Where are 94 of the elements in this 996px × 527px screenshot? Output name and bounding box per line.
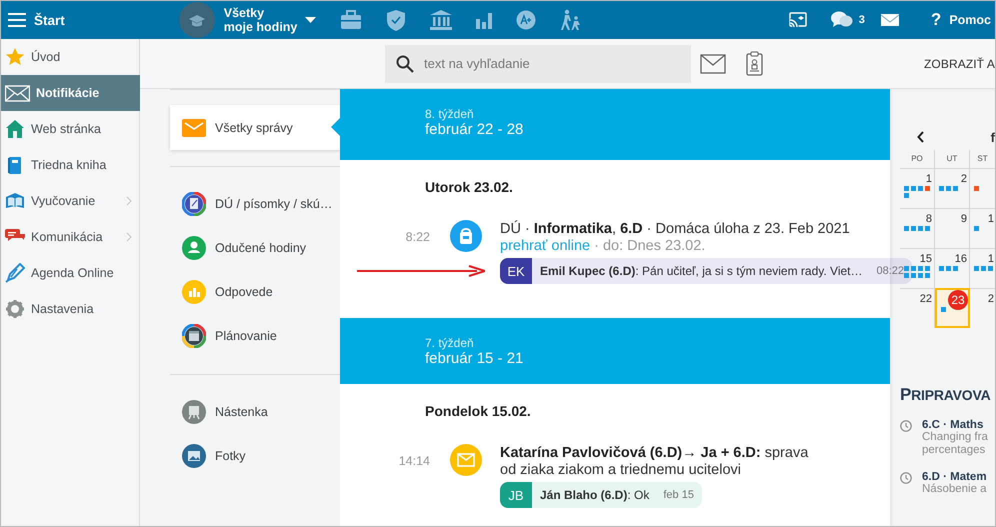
week-range: február 15 - 21	[425, 350, 524, 368]
entry-meta: · do: Dnes 23.02.	[594, 238, 706, 255]
backpack-icon	[450, 220, 482, 252]
sidebar-item[interactable]: Notifikácie	[1, 75, 140, 111]
sidebar-item[interactable]: Úvod	[1, 39, 140, 75]
pen-icon	[5, 263, 25, 283]
reply-time: 08:22	[876, 264, 904, 278]
clipboard-icon[interactable]	[746, 51, 763, 76]
week-number: 8. týždeň	[425, 107, 474, 121]
reply-text: Emil Kupec (6.D): Pán učiteľ, ja si s tým neviem rady. Viet…	[540, 262, 862, 280]
day-number: 8	[924, 213, 932, 225]
initials-avatar: EK	[500, 258, 532, 284]
day-number: 9	[960, 213, 967, 225]
lesson-description: Changing fra	[922, 431, 988, 444]
sidebar-item[interactable]: Agenda Online	[1, 255, 140, 291]
sidebar-item[interactable]: Nastavenia	[1, 291, 140, 327]
bar-chart-icon	[182, 280, 206, 304]
day-number: 1	[986, 253, 994, 265]
clock-icon	[900, 420, 912, 432]
sidebar-item[interactable]: Vyučovanie	[1, 183, 140, 219]
teacher-icon	[182, 236, 206, 260]
day-number: 1	[924, 173, 932, 185]
caret-icon	[305, 17, 316, 23]
envelope-icon	[450, 444, 482, 476]
entry-time: 14:14	[398, 453, 430, 470]
reply-bubble[interactable]: EK Emil Kupec (6.D): Pán učiteľ, ja si s tým neviem rady. Viet… 08:22	[500, 258, 912, 284]
settings-icon	[5, 299, 25, 319]
day-number: 16	[954, 253, 967, 265]
grade-badge-icon[interactable]	[516, 10, 536, 30]
board-icon	[182, 400, 206, 424]
day-number: 2	[960, 173, 967, 185]
filter-item[interactable]: Fotky	[170, 434, 340, 478]
week-range: február 22 - 28	[425, 121, 524, 139]
day-heading: Pondelok 15.02.	[425, 403, 531, 420]
sidebar-item[interactable]: Web stránka	[1, 111, 140, 147]
reply-time: feb 15	[663, 488, 694, 502]
filter-item[interactable]: Odpovede	[170, 270, 340, 314]
clock-icon	[900, 472, 912, 484]
initials-avatar: JB	[500, 482, 532, 508]
day-number: 22	[918, 293, 932, 305]
day-number: 15	[918, 253, 932, 265]
day-heading: Utorok 23.02.	[425, 179, 513, 196]
day-number: 2	[986, 293, 994, 305]
month-label: f	[990, 130, 995, 144]
sidebar-item[interactable]: Komunikácia	[1, 219, 140, 255]
cast-screen-icon[interactable]	[788, 12, 807, 28]
chat-icon	[830, 11, 853, 29]
book-icon	[5, 191, 25, 211]
star-icon	[5, 47, 25, 67]
reply-text: Ján Blaho (6.D): Ok	[540, 486, 650, 504]
filter-item[interactable]: DÚ / písomky / skú…	[170, 182, 340, 226]
homework-icon	[182, 192, 206, 216]
lesson-description: Násobenie a	[922, 483, 987, 496]
lesson-title[interactable]: 6.D · Matem	[922, 471, 987, 483]
walking-figures-icon[interactable]	[560, 9, 582, 31]
day-number: 1	[986, 213, 994, 225]
house-icon	[5, 119, 25, 139]
graduation-cap-icon	[176, 2, 217, 38]
shield-check-icon[interactable]	[386, 9, 406, 31]
bar-chart-icon[interactable]	[476, 11, 492, 29]
weekday-label: PO	[900, 150, 935, 168]
menu-icon[interactable]	[8, 13, 26, 27]
today-badge: 23	[948, 290, 968, 310]
filter-item[interactable]: Odučené hodiny	[170, 226, 340, 270]
reply-bubble[interactable]: JB Ján Blaho (6.D): Ok feb 15	[500, 482, 702, 508]
filter-item[interactable]: Nástenka	[170, 390, 340, 434]
envelope-icon[interactable]	[700, 54, 726, 74]
lesson-description: percentages	[922, 444, 986, 457]
weekday-label: UT	[935, 150, 970, 168]
weekday-label: ST	[970, 150, 995, 168]
lesson-title[interactable]: 6.C · Maths	[922, 419, 988, 431]
entry-text: DÚ · Informatika, 6.D · Domáca úloha z 23. Feb 2021	[500, 221, 850, 238]
chevron-left-icon[interactable]	[917, 131, 925, 143]
photo-icon	[182, 444, 206, 468]
week-number: 7. týždeň	[425, 336, 474, 350]
sidebar-item[interactable]: Triedna kniha	[1, 147, 140, 183]
section-title: PRIPRAVOVA	[900, 385, 992, 405]
help-button[interactable]: ? Pomoc	[930, 10, 991, 30]
course-selector[interactable]: Všetky moje hodiny	[224, 6, 316, 34]
chat-button[interactable]: 3	[830, 11, 865, 29]
briefcase-icon[interactable]	[340, 10, 362, 30]
search-field[interactable]: text na vyhľadanie	[385, 44, 691, 82]
filter-item[interactable]: Všetky správy	[170, 105, 340, 150]
show-all-button[interactable]: ZOBRAZIŤ A	[924, 56, 995, 70]
start-button[interactable]: Štart	[8, 12, 65, 28]
entry-text: Katarína Pavlovičová (6.D)→ Ja + 6.D: sprava od ziaka ziakom a triednemu ucitelovi	[500, 445, 808, 479]
today-cell[interactable]: 23	[935, 288, 970, 328]
entry-time: 8:22	[404, 229, 430, 246]
envelope-icon	[5, 83, 30, 103]
filter-item[interactable]: Plánovanie	[170, 314, 340, 358]
envelope-icon[interactable]	[880, 14, 899, 26]
search-icon	[396, 54, 414, 72]
bank-icon[interactable]	[430, 10, 452, 30]
calendar-icon	[182, 324, 206, 348]
